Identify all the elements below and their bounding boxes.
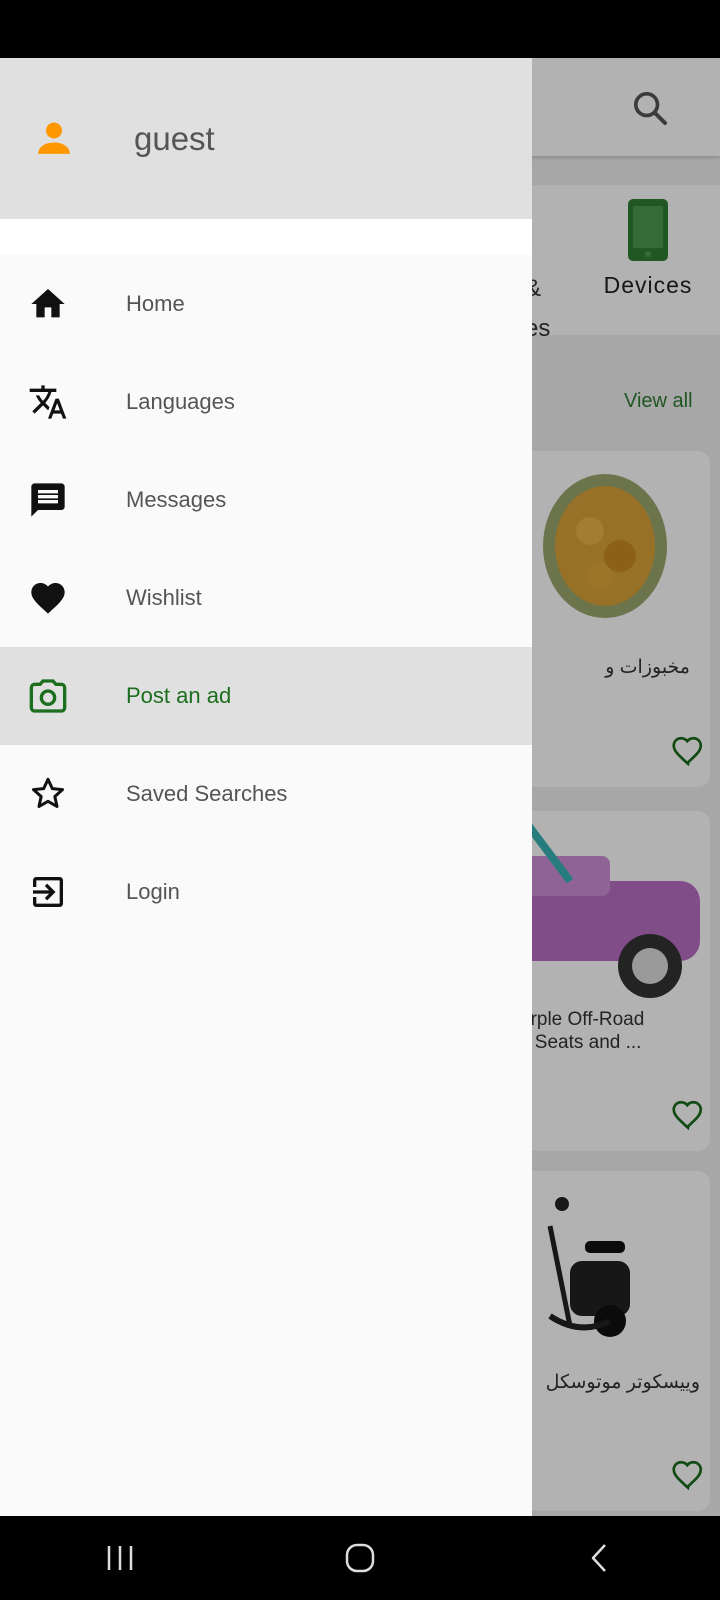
- login-icon: [33, 877, 63, 907]
- menu-item-label: Saved Searches: [126, 781, 288, 806]
- navigation-drawer: guest Home Languages Messages Wishlist P…: [0, 58, 532, 1516]
- home-button[interactable]: [320, 1528, 400, 1588]
- menu-item-messages[interactable]: Messages: [0, 451, 532, 549]
- star-icon: [32, 777, 64, 808]
- menu-item-label: Post an ad: [126, 683, 232, 708]
- system-nav-bar: [0, 1516, 720, 1600]
- menu-item-label: Wishlist: [126, 585, 202, 610]
- menu-item-home[interactable]: Home: [0, 255, 532, 353]
- heart-icon: [31, 583, 65, 614]
- menu-item-login[interactable]: Login: [0, 843, 532, 941]
- recent-apps-button[interactable]: [80, 1528, 160, 1588]
- back-button[interactable]: [560, 1528, 640, 1588]
- menu-item-post-an-ad[interactable]: Post an ad: [0, 647, 532, 745]
- back-icon: [591, 1544, 606, 1572]
- menu-item-label: Login: [126, 879, 180, 904]
- translate-icon: [29, 385, 67, 419]
- status-bar: [0, 0, 720, 58]
- drawer-header: guest: [0, 58, 532, 219]
- user-icon: [38, 122, 70, 154]
- camera-icon: [29, 679, 67, 713]
- drawer-menu: Home Languages Messages Wishlist Post an…: [0, 255, 532, 941]
- home-circle-icon: [345, 1543, 375, 1573]
- home-icon: [31, 289, 65, 318]
- menu-item-label: Home: [126, 291, 185, 316]
- drawer-divider: [0, 219, 532, 255]
- username: guest: [134, 120, 215, 157]
- recent-apps-icon: [107, 1546, 133, 1570]
- menu-item-languages[interactable]: Languages: [0, 353, 532, 451]
- menu-item-saved-searches[interactable]: Saved Searches: [0, 745, 532, 843]
- menu-item-label: Languages: [126, 389, 235, 414]
- menu-item-wishlist[interactable]: Wishlist: [0, 549, 532, 647]
- menu-item-label: Messages: [126, 487, 227, 512]
- message-icon: [31, 483, 65, 517]
